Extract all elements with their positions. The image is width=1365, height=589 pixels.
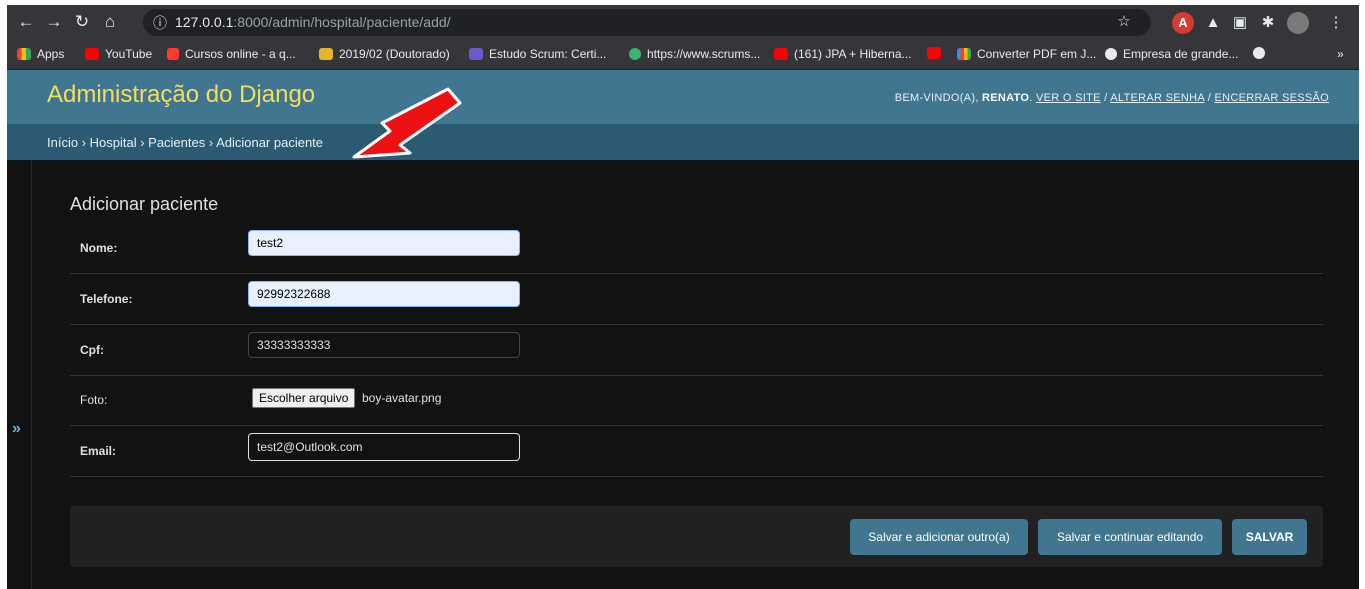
puzzle-icon[interactable]: ✱ bbox=[1257, 12, 1279, 34]
view-site-link[interactable]: VER O SITE bbox=[1036, 92, 1101, 104]
bookmark-doutorado[interactable]: 2019/02 (Doutorado) bbox=[319, 47, 450, 61]
globe-icon bbox=[1105, 48, 1117, 60]
screen: ← → ↻ ⌂ ⓘ 127.0.0.1:8000/admin/hospital/… bbox=[7, 5, 1359, 589]
bookmark-globe[interactable] bbox=[1253, 47, 1265, 59]
welcome-text: BEM-VINDO(A), bbox=[894, 92, 979, 104]
save-button[interactable]: SALVAR bbox=[1232, 519, 1307, 555]
youtube-icon bbox=[85, 48, 99, 60]
sidebar-toggle[interactable]: » bbox=[7, 160, 32, 589]
globe-icon bbox=[1253, 47, 1265, 59]
foto-label: Foto: bbox=[80, 393, 108, 407]
extension-icon[interactable]: ▣ bbox=[1229, 12, 1251, 34]
telefone-label: Telefone: bbox=[80, 292, 133, 306]
pdf-extension-icon[interactable]: A bbox=[1172, 12, 1194, 34]
drive-icon bbox=[319, 48, 333, 60]
udemy-icon bbox=[167, 48, 179, 60]
bookmarks-bar: Apps YouTube Cursos online - a q... 2019… bbox=[7, 41, 1359, 70]
youtube-icon bbox=[774, 48, 788, 60]
browser-toolbar: ← → ↻ ⌂ ⓘ 127.0.0.1:8000/admin/hospital/… bbox=[7, 5, 1359, 41]
bookmark-jpa[interactable]: (161) JPA + Hiberna... bbox=[774, 47, 912, 61]
username: RENATO bbox=[982, 92, 1030, 104]
bookmark-empresa[interactable]: Empresa de grande... bbox=[1105, 47, 1238, 61]
email-label: Email: bbox=[80, 444, 117, 458]
back-arrow-icon[interactable]: ← bbox=[15, 11, 37, 33]
form-row-email: Email: bbox=[70, 426, 1323, 477]
telefone-input[interactable] bbox=[248, 281, 520, 307]
bookmark-scrums-url[interactable]: https://www.scrums... bbox=[629, 47, 760, 61]
cpf-label: Cpf: bbox=[80, 343, 104, 357]
scrum-icon bbox=[469, 48, 483, 60]
menu-kebab-icon[interactable]: ⋮ bbox=[1325, 12, 1347, 34]
admin-header: Administração do Django BEM-VINDO(A), RE… bbox=[7, 70, 1359, 124]
check-icon bbox=[629, 48, 641, 60]
url-text: 127.0.0.1:8000/admin/hospital/paciente/a… bbox=[175, 14, 451, 30]
cpf-input[interactable] bbox=[248, 332, 520, 358]
bookmark-scrum[interactable]: Estudo Scrum: Certi... bbox=[469, 47, 606, 61]
address-bar[interactable]: ⓘ 127.0.0.1:8000/admin/hospital/paciente… bbox=[143, 9, 1151, 36]
bookmark-apps[interactable]: Apps bbox=[17, 47, 64, 61]
form-row-cpf: Cpf: bbox=[70, 325, 1323, 376]
forward-arrow-icon[interactable]: → bbox=[43, 11, 65, 33]
save-add-another-button[interactable]: Salvar e adicionar outro(a) bbox=[850, 519, 1028, 555]
double-chevron-right-icon[interactable]: » bbox=[12, 420, 21, 438]
change-password-link[interactable]: ALTERAR SENHA bbox=[1110, 92, 1204, 104]
form-row-telefone: Telefone: bbox=[70, 274, 1323, 325]
submit-row: Salvar e adicionar outro(a) Salvar e con… bbox=[70, 506, 1323, 567]
youtube-icon bbox=[927, 47, 941, 59]
bookmark-converter[interactable]: Converter PDF em J... bbox=[957, 47, 1096, 61]
form-row-foto: Foto: Escolher arquivo boy-avatar.png bbox=[70, 375, 1323, 426]
breadcrumb: Início › Hospital › Pacientes › Adiciona… bbox=[7, 124, 1359, 160]
red-arrow-annotation bbox=[352, 87, 462, 159]
page-title: Adicionar paciente bbox=[70, 194, 219, 215]
breadcrumb-text[interactable]: Início › Hospital › Pacientes › Adiciona… bbox=[47, 135, 323, 150]
apps-grid-icon bbox=[17, 48, 31, 60]
more-bookmarks-chevron-icon[interactable]: » bbox=[1337, 47, 1344, 61]
bookmark-udemy[interactable]: Cursos online - a q... bbox=[167, 47, 296, 61]
user-tools: BEM-VINDO(A), RENATO. VER O SITE / ALTER… bbox=[894, 92, 1329, 104]
converter-icon bbox=[957, 48, 971, 60]
home-icon[interactable]: ⌂ bbox=[99, 11, 121, 33]
bookmark-youtube[interactable]: YouTube bbox=[85, 47, 152, 61]
save-continue-button[interactable]: Salvar e continuar editando bbox=[1038, 519, 1222, 555]
form-row-nome: Nome: bbox=[70, 223, 1323, 274]
bookmark-youtube-2[interactable] bbox=[927, 47, 941, 59]
choose-file-button[interactable]: Escolher arquivo bbox=[252, 388, 356, 408]
nome-label: Nome: bbox=[80, 241, 118, 255]
reload-icon[interactable]: ↻ bbox=[71, 11, 93, 33]
email-input[interactable] bbox=[248, 433, 520, 461]
drive-extension-icon[interactable]: ▲ bbox=[1202, 12, 1224, 34]
nome-input[interactable] bbox=[248, 230, 520, 256]
info-icon[interactable]: ⓘ bbox=[153, 13, 167, 33]
arrow-shape bbox=[352, 87, 462, 159]
star-icon[interactable]: ☆ bbox=[1113, 11, 1135, 33]
logout-link[interactable]: ENCERRAR SESSÃO bbox=[1214, 92, 1329, 104]
site-title[interactable]: Administração do Django bbox=[47, 81, 315, 109]
file-name: boy-avatar.png bbox=[362, 391, 442, 405]
profile-avatar-icon[interactable] bbox=[1287, 12, 1309, 34]
